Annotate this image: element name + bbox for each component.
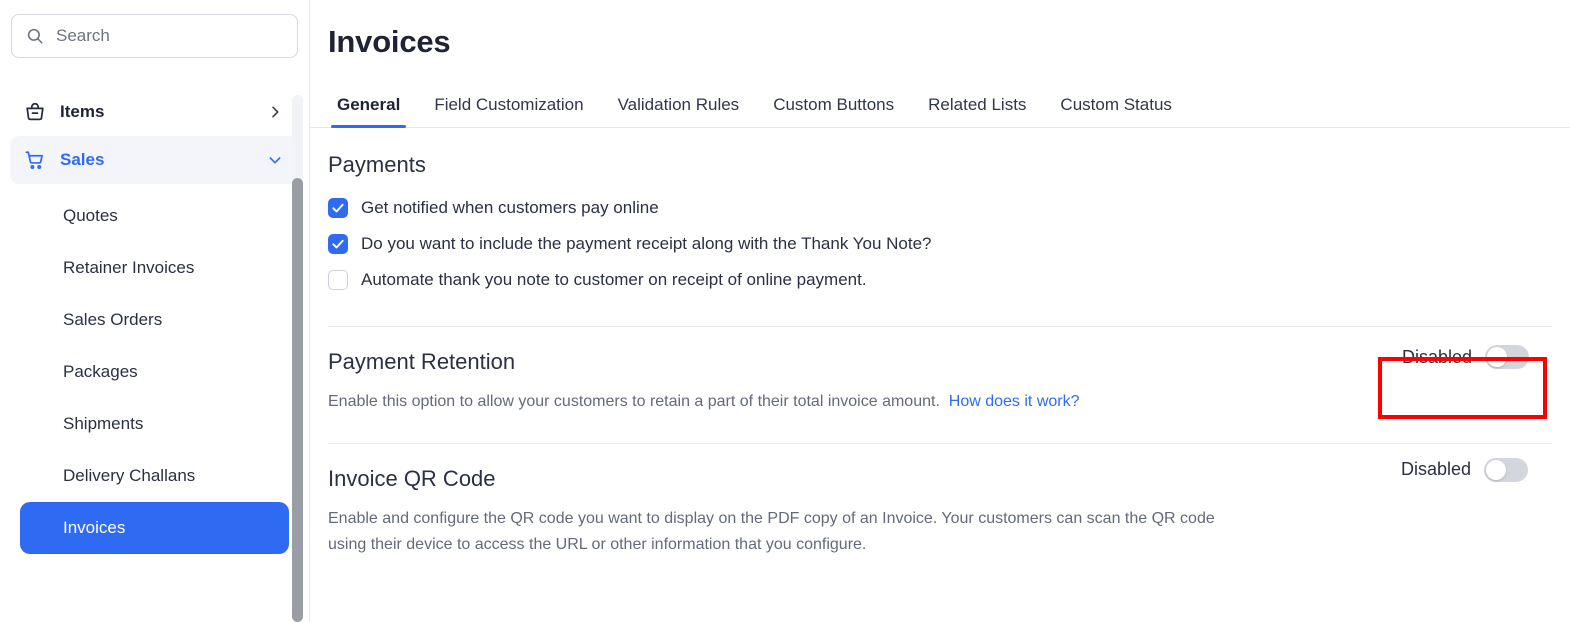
payment-retention-section: Payment Retention Enable this option to …: [328, 327, 1552, 415]
tab-field-customization[interactable]: Field Customization: [417, 95, 600, 127]
sidebar-scrollbar-thumb[interactable]: [292, 178, 303, 622]
sidebar-item-sales-orders[interactable]: Sales Orders: [20, 294, 289, 346]
sidebar-item-delivery-challans[interactable]: Delivery Challans: [20, 450, 289, 502]
sidebar-item-quotes[interactable]: Quotes: [20, 190, 289, 242]
sidebar-item-packages[interactable]: Packages: [20, 346, 289, 398]
invoice-qr-code-description: Enable and configure the QR code you wan…: [328, 509, 1215, 553]
payment-retention-toggle-group: Disabled: [1402, 345, 1529, 369]
sidebar-item-items[interactable]: Items: [10, 88, 299, 136]
tab-related-lists[interactable]: Related Lists: [911, 95, 1043, 127]
checkbox-checked-icon[interactable]: [328, 198, 348, 218]
how-does-it-work-link[interactable]: How does it work?: [949, 393, 1080, 410]
chevron-down-icon: [267, 152, 283, 168]
page-title: Invoices: [328, 24, 451, 59]
checkbox-label: Automate thank you note to customer on r…: [361, 270, 867, 289]
payment-retention-description-text: Enable this option to allow your custome…: [328, 393, 940, 410]
checkbox-label: Do you want to include the payment recei…: [361, 234, 932, 253]
payments-heading: Payments: [328, 152, 426, 177]
invoice-qr-code-toggle-group: Disabled: [1400, 457, 1528, 482]
sidebar-item-sales[interactable]: Sales: [10, 136, 299, 184]
sidebar-item-retainer-invoices[interactable]: Retainer Invoices: [20, 242, 289, 294]
checkbox-row-notify-on-payment[interactable]: Get notified when customers pay online: [328, 190, 1552, 226]
main-content: Invoices General Field Customization Val…: [310, 0, 1570, 622]
basket-icon: [24, 101, 46, 123]
invoice-qr-code-toggle[interactable]: [1484, 457, 1528, 482]
sidebar-subnav: Quotes Retainer Invoices Sales Orders Pa…: [10, 190, 299, 554]
tab-bar: General Field Customization Validation R…: [310, 84, 1570, 128]
checkbox-label: Get notified when customers pay online: [361, 198, 659, 217]
search-input[interactable]: [56, 26, 283, 46]
tab-general[interactable]: General: [320, 95, 417, 128]
payment-retention-toggle[interactable]: [1485, 345, 1529, 369]
tab-custom-status[interactable]: Custom Status: [1043, 95, 1189, 127]
sidebar-item-shipments[interactable]: Shipments: [20, 398, 289, 450]
sidebar-nav: Items Sales Quotes Retainer Invoices Sal…: [0, 88, 309, 554]
payment-retention-toggle-label: Disabled: [1401, 346, 1472, 367]
invoice-qr-code-toggle-label: Disabled: [1400, 459, 1471, 480]
sidebar-item-invoices[interactable]: Invoices: [20, 502, 289, 554]
app-window: Items Sales: [0, 0, 1570, 622]
payment-retention-description: Enable this option to allow your custome…: [328, 389, 1218, 415]
checkbox-row-include-payment-receipt[interactable]: Do you want to include the payment recei…: [328, 226, 1552, 262]
sidebar-item-label: Sales: [60, 150, 105, 169]
toggle-knob: [1487, 347, 1507, 367]
search-icon: [26, 27, 44, 45]
invoice-qr-code-section: Invoice QR Code Enable and configure the…: [328, 444, 1552, 558]
checkbox-checked-icon[interactable]: [328, 234, 348, 254]
invoice-qr-code-title: Invoice QR Code: [328, 465, 496, 491]
search-box[interactable]: [11, 14, 298, 58]
checkbox-row-automate-thank-you-note[interactable]: Automate thank you note to customer on r…: [328, 262, 1552, 298]
tab-validation-rules[interactable]: Validation Rules: [601, 95, 757, 127]
chevron-right-icon: [267, 104, 283, 120]
tab-custom-buttons[interactable]: Custom Buttons: [756, 95, 911, 127]
shopping-cart-icon: [24, 149, 46, 171]
settings-content: Payments Get notified when customers pay…: [310, 152, 1570, 558]
toggle-knob: [1486, 459, 1506, 480]
sidebar: Items Sales: [0, 0, 310, 622]
search-container: [0, 0, 309, 58]
checkbox-unchecked-icon[interactable]: [328, 270, 348, 290]
sidebar-item-label: Items: [60, 102, 105, 121]
payments-options: Get notified when customers pay online D…: [328, 190, 1552, 298]
payment-retention-title: Payment Retention: [328, 349, 516, 374]
